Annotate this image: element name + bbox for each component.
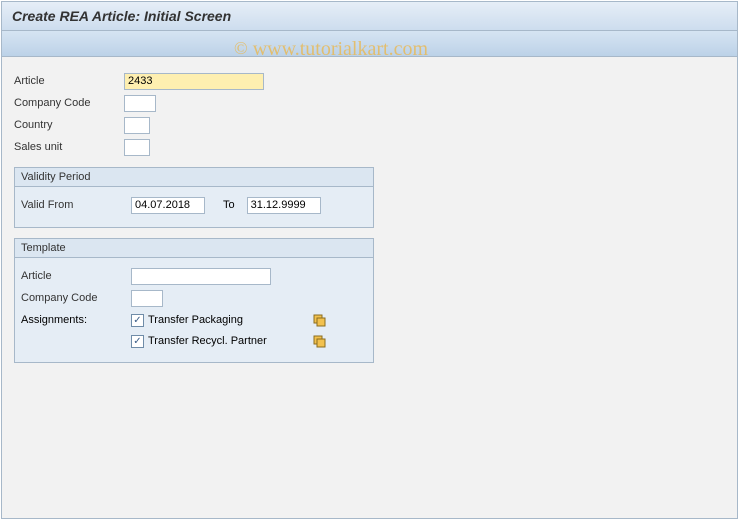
content: Article Company Code Country Sales unit … xyxy=(2,57,737,385)
article-field[interactable] xyxy=(124,73,264,90)
titlebar: Create REA Article: Initial Screen xyxy=(2,2,737,31)
validity-period-title: Validity Period xyxy=(15,168,373,187)
template-article-row: Article xyxy=(21,266,367,286)
page-title: Create REA Article: Initial Screen xyxy=(12,8,231,24)
article-row: Article xyxy=(14,71,725,91)
company-code-label: Company Code xyxy=(14,97,124,109)
country-field[interactable] xyxy=(124,117,150,134)
transfer-packaging-label: Transfer Packaging xyxy=(148,314,303,326)
transfer-recycl-checkbox[interactable]: ✓ xyxy=(131,335,144,348)
company-code-row: Company Code xyxy=(14,93,725,113)
template-company-code-row: Company Code xyxy=(21,288,367,308)
transfer-recycl-label: Transfer Recycl. Partner xyxy=(148,335,303,347)
transfer-recycl-row: ✓ Transfer Recycl. Partner xyxy=(21,331,367,351)
template-title: Template xyxy=(15,239,373,258)
template-company-code-field[interactable] xyxy=(131,290,163,307)
template-article-label: Article xyxy=(21,270,131,282)
validity-period-group: Validity Period Valid From To xyxy=(14,167,374,228)
window: Create REA Article: Initial Screen © www… xyxy=(1,1,738,519)
toolbar xyxy=(2,31,737,57)
valid-to-label: To xyxy=(223,199,235,211)
multi-select-icon[interactable] xyxy=(311,333,327,349)
assignments-label: Assignments: xyxy=(21,314,131,326)
sales-unit-field[interactable] xyxy=(124,139,150,156)
article-label: Article xyxy=(14,75,124,87)
country-label: Country xyxy=(14,119,124,131)
template-company-code-label: Company Code xyxy=(21,292,131,304)
country-row: Country xyxy=(14,115,725,135)
valid-from-field[interactable] xyxy=(131,197,205,214)
company-code-field[interactable] xyxy=(124,95,156,112)
valid-from-row: Valid From To xyxy=(21,195,367,215)
template-article-field[interactable] xyxy=(131,268,271,285)
valid-to-field[interactable] xyxy=(247,197,321,214)
multi-select-icon[interactable] xyxy=(311,312,327,328)
sales-unit-label: Sales unit xyxy=(14,141,124,153)
valid-from-label: Valid From xyxy=(21,199,131,211)
sales-unit-row: Sales unit xyxy=(14,137,725,157)
transfer-packaging-row: Assignments: ✓ Transfer Packaging xyxy=(21,310,367,330)
template-group: Template Article Company Code Assignment… xyxy=(14,238,374,363)
transfer-packaging-checkbox[interactable]: ✓ xyxy=(131,314,144,327)
